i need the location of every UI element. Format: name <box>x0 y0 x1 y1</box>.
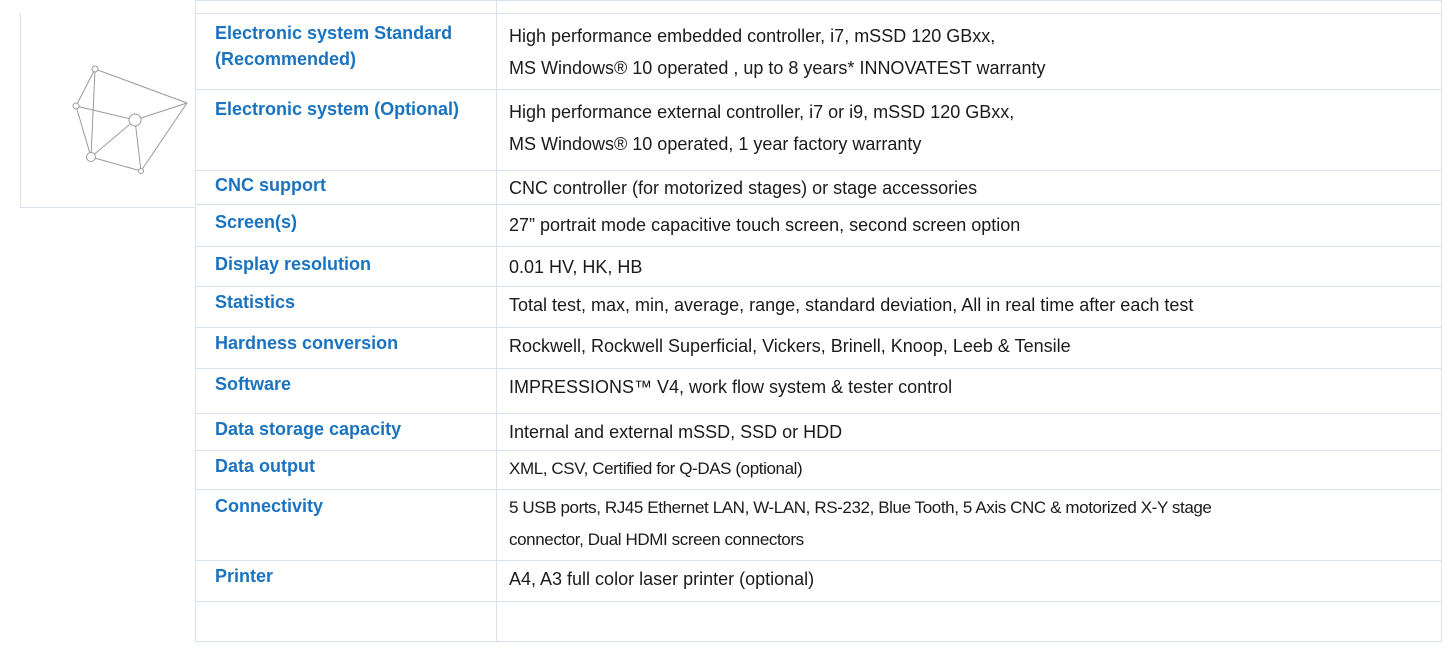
table-row: Data storage capacity Internal and exter… <box>195 413 1442 451</box>
spec-value: High performance external controller, i7… <box>496 89 1442 171</box>
spec-value-line: MS Windows® 10 operated , up to 8 years*… <box>509 58 1046 78</box>
spec-label: Electronic system Standard (Recommended) <box>195 13 497 90</box>
spec-label: Display resolution <box>195 246 497 287</box>
spec-label: Screen(s) <box>195 204 497 247</box>
table-row: Statistics Total test, max, min, average… <box>195 286 1442 328</box>
spec-value: A4, A3 full color laser printer (optiona… <box>496 560 1442 602</box>
spec-value-line: A4, A3 full color laser printer (optiona… <box>509 569 815 589</box>
spec-label: Data output <box>195 450 497 490</box>
spec-value-line: connector, Dual HDMI screen connectors <box>509 530 804 549</box>
spec-label: Statistics <box>195 286 497 328</box>
spec-value-line: MS Windows® 10 operated, 1 year factory … <box>509 134 922 154</box>
spec-value: High performance embedded controller, i7… <box>496 13 1442 90</box>
specifications-table: Electronic system Standard (Recommended)… <box>195 0 1442 642</box>
table-row: Screen(s) 27” portrait mode capacitive t… <box>195 204 1442 247</box>
spec-label: CNC support <box>195 170 497 205</box>
spec-value-line: 27” portrait mode capacitive touch scree… <box>509 215 1021 235</box>
spec-value: XML, CSV, Certified for Q-DAS (optional) <box>496 450 1442 490</box>
spec-value-line: High performance external controller, i7… <box>509 102 1015 122</box>
spec-value: 27” portrait mode capacitive touch scree… <box>496 204 1442 247</box>
table-row: Electronic system Standard (Recommended)… <box>195 13 1442 90</box>
table-row: Hardness conversion Rockwell, Rockwell S… <box>195 327 1442 369</box>
spec-value: Rockwell, Rockwell Superficial, Vickers,… <box>496 327 1442 369</box>
table-row: Data output XML, CSV, Certified for Q-DA… <box>195 450 1442 490</box>
spec-value: Total test, max, min, average, range, st… <box>496 286 1442 328</box>
spec-value-line: Total test, max, min, average, range, st… <box>509 295 1194 315</box>
product-thumbnail <box>20 13 196 208</box>
spec-label: Hardness conversion <box>195 327 497 369</box>
spec-label: Printer <box>195 560 497 602</box>
spec-value-line: IMPRESSIONS™ V4, work flow system & test… <box>509 377 953 397</box>
spec-value: IMPRESSIONS™ V4, work flow system & test… <box>496 368 1442 414</box>
table-row-spacer <box>195 0 1442 14</box>
spec-value-line: 0.01 HV, HK, HB <box>509 257 643 277</box>
spec-value-line: High performance embedded controller, i7… <box>509 26 996 46</box>
table-row: CNC support CNC controller (for motorize… <box>195 170 1442 205</box>
spec-value-line: Internal and external mSSD, SSD or HDD <box>509 422 843 442</box>
table-row: Display resolution 0.01 HV, HK, HB <box>195 246 1442 287</box>
table-row: Software IMPRESSIONS™ V4, work flow syst… <box>195 368 1442 414</box>
spec-label: Software <box>195 368 497 414</box>
spec-label: Electronic system (Optional) <box>195 89 497 171</box>
spec-value: 5 USB ports, RJ45 Ethernet LAN, W-LAN, R… <box>496 489 1442 561</box>
spec-value: Internal and external mSSD, SSD or HDD <box>496 413 1442 451</box>
spec-label: Connectivity <box>195 489 497 561</box>
spec-value: CNC controller (for motorized stages) or… <box>496 170 1442 205</box>
spec-value-line: 5 USB ports, RJ45 Ethernet LAN, W-LAN, R… <box>509 498 1212 517</box>
wireframe-geometry-icon <box>72 65 188 174</box>
spec-value: 0.01 HV, HK, HB <box>496 246 1442 287</box>
table-row-empty <box>195 601 1442 642</box>
spec-page: Electronic system Standard (Recommended)… <box>0 0 1449 648</box>
spec-value-line: XML, CSV, Certified for Q-DAS (optional) <box>509 459 803 478</box>
table-row: Electronic system (Optional) High perfor… <box>195 89 1442 171</box>
spec-value-line: Rockwell, Rockwell Superficial, Vickers,… <box>509 336 1071 356</box>
table-row: Printer A4, A3 full color laser printer … <box>195 560 1442 602</box>
spec-value-line: CNC controller (for motorized stages) or… <box>509 178 978 198</box>
spec-label: Data storage capacity <box>195 413 497 451</box>
table-row: Connectivity 5 USB ports, RJ45 Ethernet … <box>195 489 1442 561</box>
